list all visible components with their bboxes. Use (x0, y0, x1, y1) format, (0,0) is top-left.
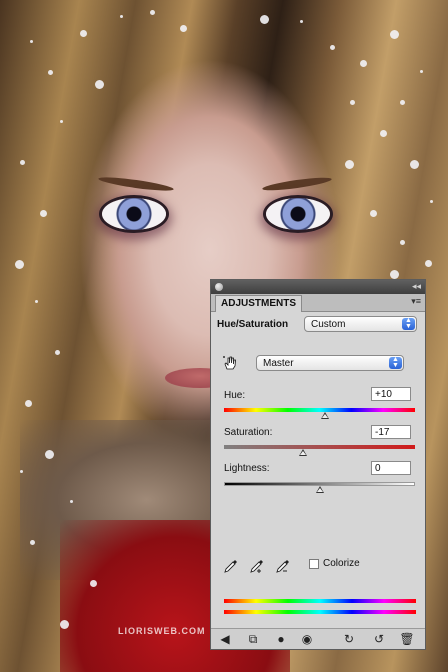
left-eye (102, 198, 166, 230)
snow-flake (370, 210, 377, 217)
snow-flake (400, 240, 405, 245)
adjustments-panel: ◂◂ ADJUSTMENTS ▾≡ Hue/Saturation Custom … (210, 279, 426, 650)
preset-value: Custom (311, 319, 346, 330)
visibility-eye-icon[interactable]: ◉ (299, 631, 315, 647)
snow-flake (120, 15, 123, 18)
panel-footer: ◀ ⧉ ● ◉ ↻ ↺ 🗑 (211, 628, 425, 649)
panel-menu-icon[interactable]: ▾≡ (411, 296, 421, 307)
snow-flake (400, 100, 405, 105)
on-image-adjust-icon[interactable] (222, 355, 238, 371)
snow-flake (420, 70, 423, 73)
clip-to-layer-icon[interactable]: ⧉ (245, 631, 261, 647)
snow-flake (390, 270, 399, 279)
snow-flake (45, 450, 54, 459)
hue-label: Hue: (224, 390, 246, 401)
snow-flake (330, 45, 335, 50)
right-eyebrow (261, 175, 333, 193)
layer-mask-icon[interactable]: ● (273, 631, 289, 647)
snow-flake (35, 300, 38, 303)
snow-flake (60, 620, 69, 629)
snow-flake (390, 30, 399, 39)
snow-flake (20, 160, 25, 165)
snow-flake (360, 60, 367, 67)
snow-flake (48, 70, 53, 75)
colorize-checkbox[interactable] (309, 559, 319, 569)
snow-flake (40, 210, 47, 217)
output-color-spectrum (224, 610, 416, 614)
preset-select[interactable]: Custom ▲ ▼ (304, 316, 417, 332)
eyedropper-subtract-icon[interactable] (275, 558, 291, 574)
adjustment-title: Hue/Saturation (217, 319, 289, 330)
snow-flake (30, 540, 35, 545)
hue-slider-track[interactable] (224, 408, 415, 412)
lightness-input[interactable]: 0 (371, 461, 411, 475)
close-icon[interactable] (215, 283, 223, 291)
input-color-spectrum (224, 599, 416, 603)
snow-flake (70, 500, 73, 503)
snow-flake (90, 580, 97, 587)
snow-flake (15, 260, 24, 269)
snow-flake (380, 130, 387, 137)
eyedropper-add-icon[interactable] (249, 558, 265, 574)
collapse-icon[interactable]: ◂◂ (412, 281, 421, 292)
lightness-slider-thumb[interactable] (315, 486, 324, 493)
hue-slider-thumb[interactable] (320, 412, 329, 419)
snow-flake (60, 120, 63, 123)
chevron-updown-icon: ▲ ▼ (402, 317, 415, 330)
colorize-label: Colorize (323, 558, 360, 569)
snow-flake (25, 400, 32, 407)
chevron-updown-icon: ▲ ▼ (389, 356, 402, 369)
snow-flake (80, 30, 87, 37)
reset-icon[interactable]: ↺ (371, 631, 387, 647)
right-eye (266, 198, 330, 230)
lightness-label: Lightness: (224, 463, 270, 474)
channel-value: Master (263, 358, 294, 369)
trash-icon[interactable]: 🗑 (399, 631, 415, 647)
watermark: LIORISWEB.COM (118, 626, 206, 636)
snow-flake (345, 160, 354, 169)
panel-tab-row: ADJUSTMENTS ▾≡ (211, 294, 425, 312)
snow-flake (260, 15, 269, 24)
snow-flake (430, 200, 433, 203)
saturation-slider-track[interactable] (224, 445, 415, 449)
channel-select[interactable]: Master ▲ ▼ (256, 355, 404, 371)
snow-flake (350, 100, 355, 105)
eyedropper-icon[interactable] (223, 558, 239, 574)
panel-titlebar[interactable]: ◂◂ (211, 280, 425, 294)
back-arrow-icon[interactable]: ◀ (217, 631, 233, 647)
snow-flake (300, 20, 303, 23)
snow-flake (150, 10, 155, 15)
tab-adjustments[interactable]: ADJUSTMENTS (215, 295, 303, 312)
snow-flake (410, 160, 419, 169)
previous-state-icon[interactable]: ↻ (341, 631, 357, 647)
snow-flake (95, 80, 104, 89)
snow-flake (30, 40, 33, 43)
saturation-slider-thumb[interactable] (299, 449, 308, 456)
hue-input[interactable]: +10 (371, 387, 411, 401)
left-eyebrow (97, 174, 175, 194)
saturation-label: Saturation: (224, 427, 273, 438)
snow-flake (20, 470, 23, 473)
snow-flake (180, 25, 187, 32)
saturation-input[interactable]: -17 (371, 425, 411, 439)
snow-flake (425, 260, 432, 267)
snow-flake (55, 350, 60, 355)
